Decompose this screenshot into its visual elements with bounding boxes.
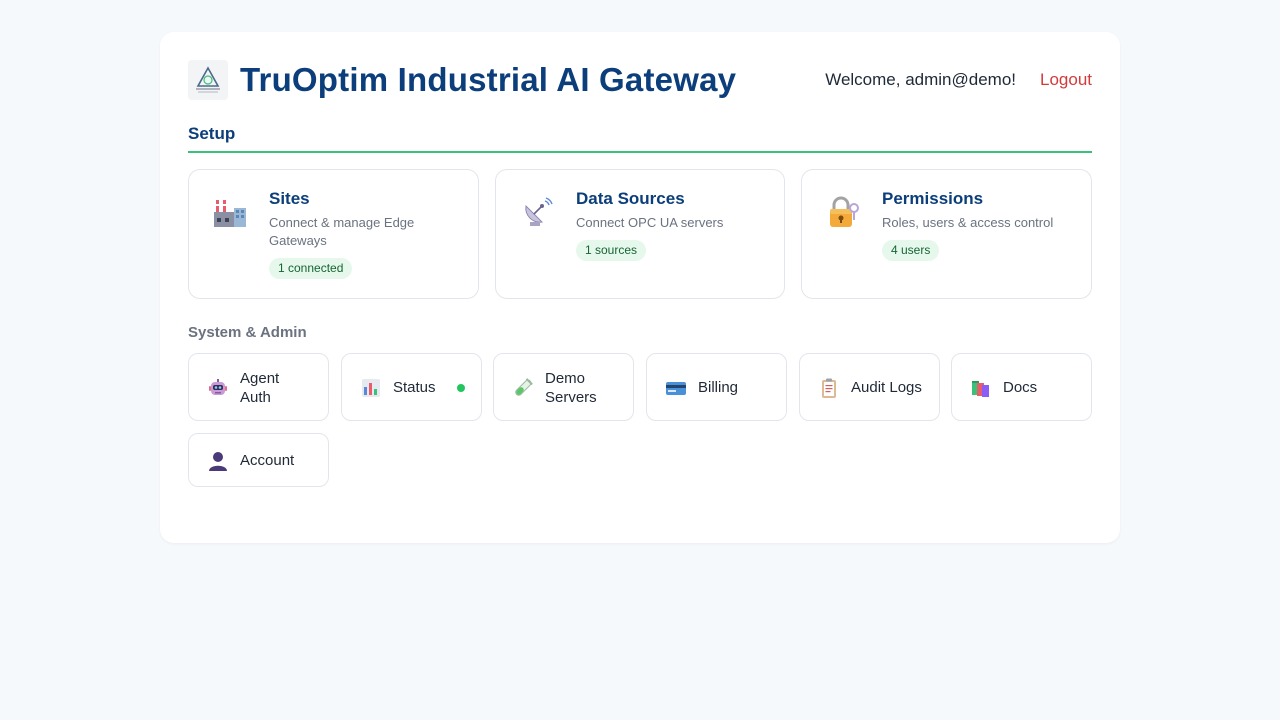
status-badge: 4 users (882, 240, 940, 261)
tile-status[interactable]: Status (341, 353, 482, 421)
robot-icon (207, 377, 229, 399)
card-title: Data Sources (576, 189, 685, 208)
tile-label: Status (393, 379, 436, 396)
bar-chart-icon (360, 377, 382, 399)
card-description: Connect OPC UA servers (576, 215, 724, 230)
tile-label: Demo Servers (545, 370, 597, 406)
tile-audit-logs[interactable]: Audit Logs (799, 353, 940, 421)
tile-label: Account (240, 452, 295, 469)
card-title: Permissions (882, 189, 984, 208)
tile-billing[interactable]: Billing (646, 353, 787, 421)
card-title: Sites (269, 189, 310, 208)
lock-key-icon (826, 196, 860, 230)
logout-link[interactable]: Logout (1040, 70, 1092, 90)
setup-divider (188, 151, 1092, 153)
card-permissions[interactable]: Permissions Roles, users & access contro… (801, 169, 1092, 299)
tile-docs[interactable]: Docs (951, 353, 1092, 421)
user-icon (207, 450, 229, 472)
admin-heading: System & Admin (188, 324, 307, 341)
tile-agent-auth[interactable]: Agent Auth (188, 353, 329, 421)
status-indicator (457, 384, 465, 392)
welcome-text: Welcome, admin@demo! (825, 70, 1016, 89)
satellite-dish-icon (520, 196, 554, 230)
tile-label: Docs (1003, 379, 1038, 396)
tile-account[interactable]: Account (188, 433, 329, 487)
books-icon (970, 377, 992, 399)
setup-heading: Setup (188, 124, 236, 143)
main-panel: TruOptim Industrial AI Gateway Welcome, … (160, 32, 1120, 543)
tile-label: Billing (698, 379, 739, 396)
tile-label: Agent Auth (240, 370, 280, 406)
status-badge: 1 connected (269, 258, 353, 279)
app-title: TruOptim Industrial AI Gateway (240, 61, 737, 98)
credit-card-icon (665, 377, 687, 399)
card-data-sources[interactable]: Data Sources Connect OPC UA servers 1 so… (495, 169, 785, 299)
clipboard-icon (818, 377, 840, 399)
header: TruOptim Industrial AI Gateway Welcome, … (188, 60, 1092, 102)
card-description: Roles, users & access control (882, 215, 1054, 230)
test-tube-icon (512, 377, 534, 399)
card-description: Connect & manage Edge Gateways (269, 215, 415, 248)
tile-demo-servers[interactable]: Demo Servers (493, 353, 634, 421)
status-badge: 1 sources (576, 240, 647, 261)
card-sites[interactable]: Sites Connect & manage Edge Gateways 1 c… (188, 169, 479, 299)
factory-icon (213, 196, 247, 230)
tile-label: Audit Logs (851, 379, 922, 396)
company-logo (188, 60, 228, 100)
